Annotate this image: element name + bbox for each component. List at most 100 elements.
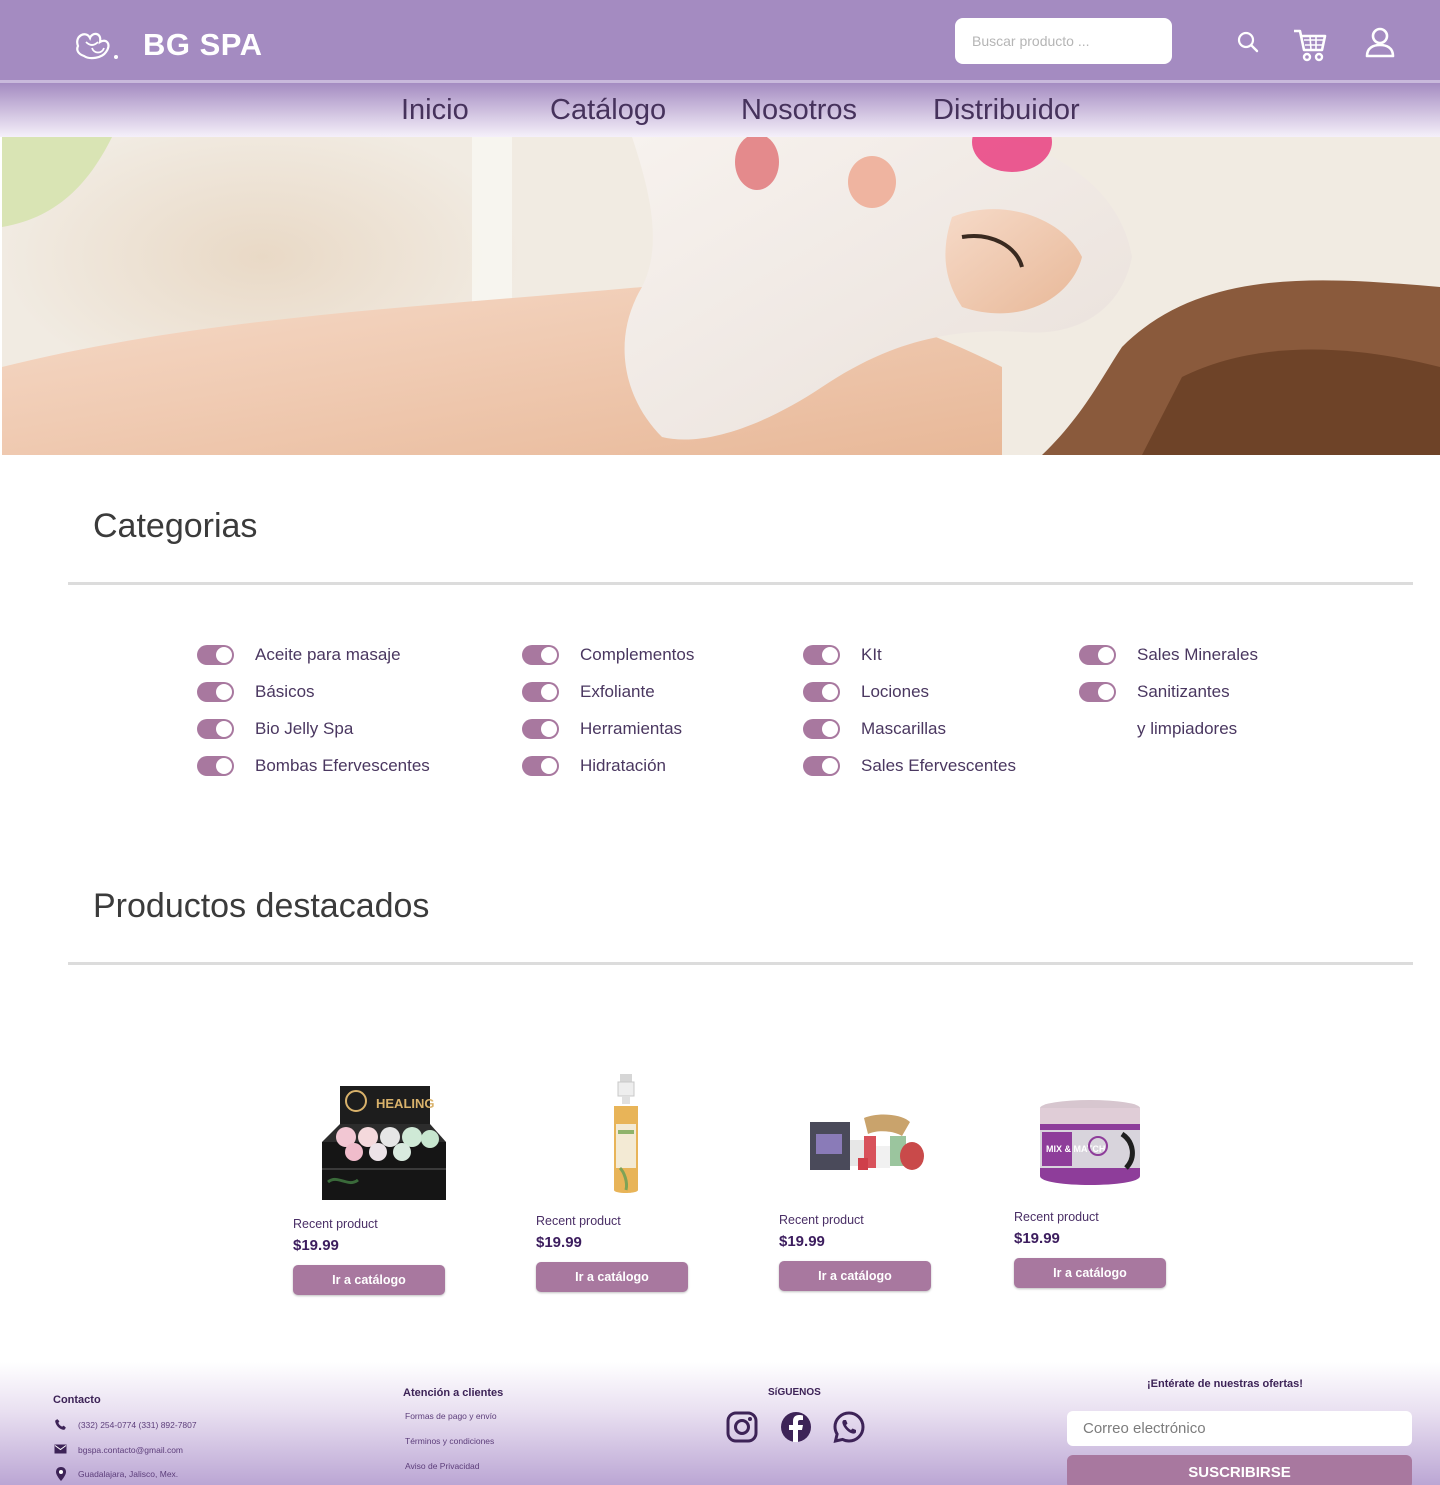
category-column-1: Aceite para masaje Básicos Bio Jelly Spa… bbox=[197, 636, 430, 784]
product-name: Recent product bbox=[779, 1213, 864, 1227]
product-image-kit[interactable] bbox=[806, 1112, 926, 1174]
category-toggle[interactable] bbox=[1079, 681, 1116, 702]
whatsapp-icon[interactable] bbox=[832, 1410, 866, 1444]
go-to-catalog-button[interactable]: Ir a catálogo bbox=[1014, 1258, 1166, 1288]
nav-inicio[interactable]: Inicio bbox=[401, 94, 469, 127]
category-item[interactable]: Aceite para masaje bbox=[197, 636, 430, 673]
link-payment-shipping[interactable]: Formas de pago y envío bbox=[405, 1411, 497, 1421]
category-toggle[interactable] bbox=[522, 718, 559, 739]
category-toggle[interactable] bbox=[522, 681, 559, 702]
category-toggle[interactable] bbox=[522, 644, 559, 665]
categories-title: Categorias bbox=[93, 507, 258, 545]
category-toggle[interactable] bbox=[197, 644, 234, 665]
product-name: Recent product bbox=[293, 1217, 378, 1231]
category-label: Lociones bbox=[861, 681, 930, 701]
category-column-2: Complementos Exfoliante Herramientas Hid… bbox=[522, 636, 694, 784]
category-item[interactable]: Sales Efervescentes bbox=[803, 747, 1016, 784]
logo-icon[interactable] bbox=[72, 28, 122, 64]
category-item[interactable]: Básicos bbox=[197, 673, 430, 710]
search-input[interactable] bbox=[955, 18, 1172, 64]
category-toggle[interactable] bbox=[197, 718, 234, 739]
product-image-label: MIX & MATCH bbox=[1046, 1144, 1105, 1154]
product-image-healing-box[interactable]: HEALING bbox=[318, 1084, 448, 1202]
nav-nosotros[interactable]: Nosotros bbox=[741, 94, 857, 127]
category-item[interactable]: Herramientas bbox=[522, 710, 694, 747]
go-to-catalog-button[interactable]: Ir a catálogo bbox=[779, 1261, 931, 1291]
category-item[interactable]: KIt bbox=[803, 636, 1016, 673]
nav-catalogo[interactable]: Catálogo bbox=[550, 94, 666, 127]
go-to-catalog-button[interactable]: Ir a catálogo bbox=[536, 1262, 688, 1292]
featured-divider bbox=[68, 962, 1413, 965]
product-name: Recent product bbox=[536, 1214, 621, 1228]
newsletter-email-input[interactable] bbox=[1067, 1411, 1412, 1446]
facebook-icon[interactable] bbox=[779, 1410, 813, 1444]
category-item[interactable]: Sales Minerales bbox=[1079, 636, 1258, 673]
category-label: Mascarillas bbox=[861, 718, 947, 738]
category-item[interactable]: Exfoliante bbox=[522, 673, 694, 710]
contact-title: Contacto bbox=[53, 1394, 101, 1406]
category-toggle[interactable] bbox=[522, 755, 559, 776]
category-label: Complementos bbox=[580, 644, 695, 664]
featured-title: Productos destacados bbox=[93, 887, 430, 925]
category-label: Sales Efervescentes bbox=[861, 755, 1016, 775]
category-label: KIt bbox=[861, 644, 882, 664]
category-toggle[interactable] bbox=[197, 755, 234, 776]
category-label: Hidratación bbox=[580, 755, 666, 775]
product-price: $19.99 bbox=[779, 1233, 825, 1250]
contact-email[interactable]: bgspa.contacto@gmail.com bbox=[78, 1445, 183, 1455]
category-label: Aceite para masaje bbox=[255, 644, 401, 664]
link-terms[interactable]: Términos y condiciones bbox=[405, 1436, 494, 1446]
category-label: Herramientas bbox=[580, 718, 683, 738]
category-toggle[interactable] bbox=[803, 718, 840, 739]
category-item[interactable]: Bio Jelly Spa bbox=[197, 710, 430, 747]
product-name: Recent product bbox=[1014, 1210, 1099, 1224]
hero-banner-image bbox=[2, 137, 1440, 455]
link-privacy[interactable]: Aviso de Privacidad bbox=[405, 1461, 480, 1471]
subscribe-button[interactable]: SUSCRIBIRSE bbox=[1067, 1455, 1412, 1485]
product-price: $19.99 bbox=[293, 1237, 339, 1254]
newsletter-title: ¡Entérate de nuestras ofertas! bbox=[1147, 1378, 1303, 1390]
category-column-4: Sales Minerales Sanitizantes y limpiador… bbox=[1079, 636, 1258, 747]
category-item[interactable]: Lociones bbox=[803, 673, 1016, 710]
brand-name[interactable]: BG SPA bbox=[143, 27, 263, 63]
contact-phone[interactable]: (332) 254-0774 (331) 892-7807 bbox=[78, 1420, 197, 1430]
instagram-icon[interactable] bbox=[725, 1410, 759, 1444]
customer-service-title: Atención a clientes bbox=[403, 1387, 504, 1399]
user-icon bbox=[1365, 27, 1395, 58]
product-image-jar[interactable]: MIX & MATCH bbox=[1038, 1098, 1142, 1188]
category-item[interactable]: Bombas Efervescentes bbox=[197, 747, 430, 784]
category-item[interactable]: Sanitizantes bbox=[1079, 673, 1258, 710]
mail-icon bbox=[54, 1444, 67, 1454]
location-pin-icon bbox=[56, 1467, 66, 1481]
go-to-catalog-button[interactable]: Ir a catálogo bbox=[293, 1265, 445, 1295]
category-label: Bombas Efervescentes bbox=[255, 755, 430, 775]
main-nav: Inicio Catálogo Nosotros Distribuidor bbox=[0, 83, 1440, 137]
search-icon bbox=[1237, 31, 1259, 53]
category-label: Sales Minerales bbox=[1137, 644, 1258, 664]
product-price: $19.99 bbox=[536, 1234, 582, 1251]
category-label: Bio Jelly Spa bbox=[255, 718, 354, 738]
product-image-spray-bottle[interactable] bbox=[606, 1072, 646, 1196]
category-toggle[interactable] bbox=[197, 681, 234, 702]
nav-distribuidor[interactable]: Distribuidor bbox=[933, 94, 1080, 127]
category-item[interactable]: Hidratación bbox=[522, 747, 694, 784]
category-label: Sanitizantes bbox=[1137, 681, 1230, 701]
cart-button[interactable] bbox=[1290, 24, 1330, 64]
category-toggle[interactable] bbox=[803, 644, 840, 665]
category-label: Exfoliante bbox=[580, 681, 655, 701]
categories-divider bbox=[68, 582, 1413, 585]
category-label: Básicos bbox=[255, 681, 315, 701]
category-toggle[interactable] bbox=[803, 755, 840, 776]
search-button[interactable] bbox=[1228, 22, 1268, 62]
product-price: $19.99 bbox=[1014, 1230, 1060, 1247]
category-toggle[interactable] bbox=[803, 681, 840, 702]
contact-address: Guadalajara, Jalisco, Mex. bbox=[78, 1469, 179, 1479]
cart-icon bbox=[1294, 29, 1327, 62]
product-image-label: HEALING bbox=[376, 1096, 435, 1111]
account-button[interactable] bbox=[1360, 22, 1400, 62]
category-item[interactable]: Mascarillas bbox=[803, 710, 1016, 747]
category-label: y limpiadores bbox=[1137, 718, 1238, 738]
header-bar: BG SPA bbox=[0, 0, 1440, 80]
category-item[interactable]: Complementos bbox=[522, 636, 694, 673]
category-toggle[interactable] bbox=[1079, 644, 1116, 665]
